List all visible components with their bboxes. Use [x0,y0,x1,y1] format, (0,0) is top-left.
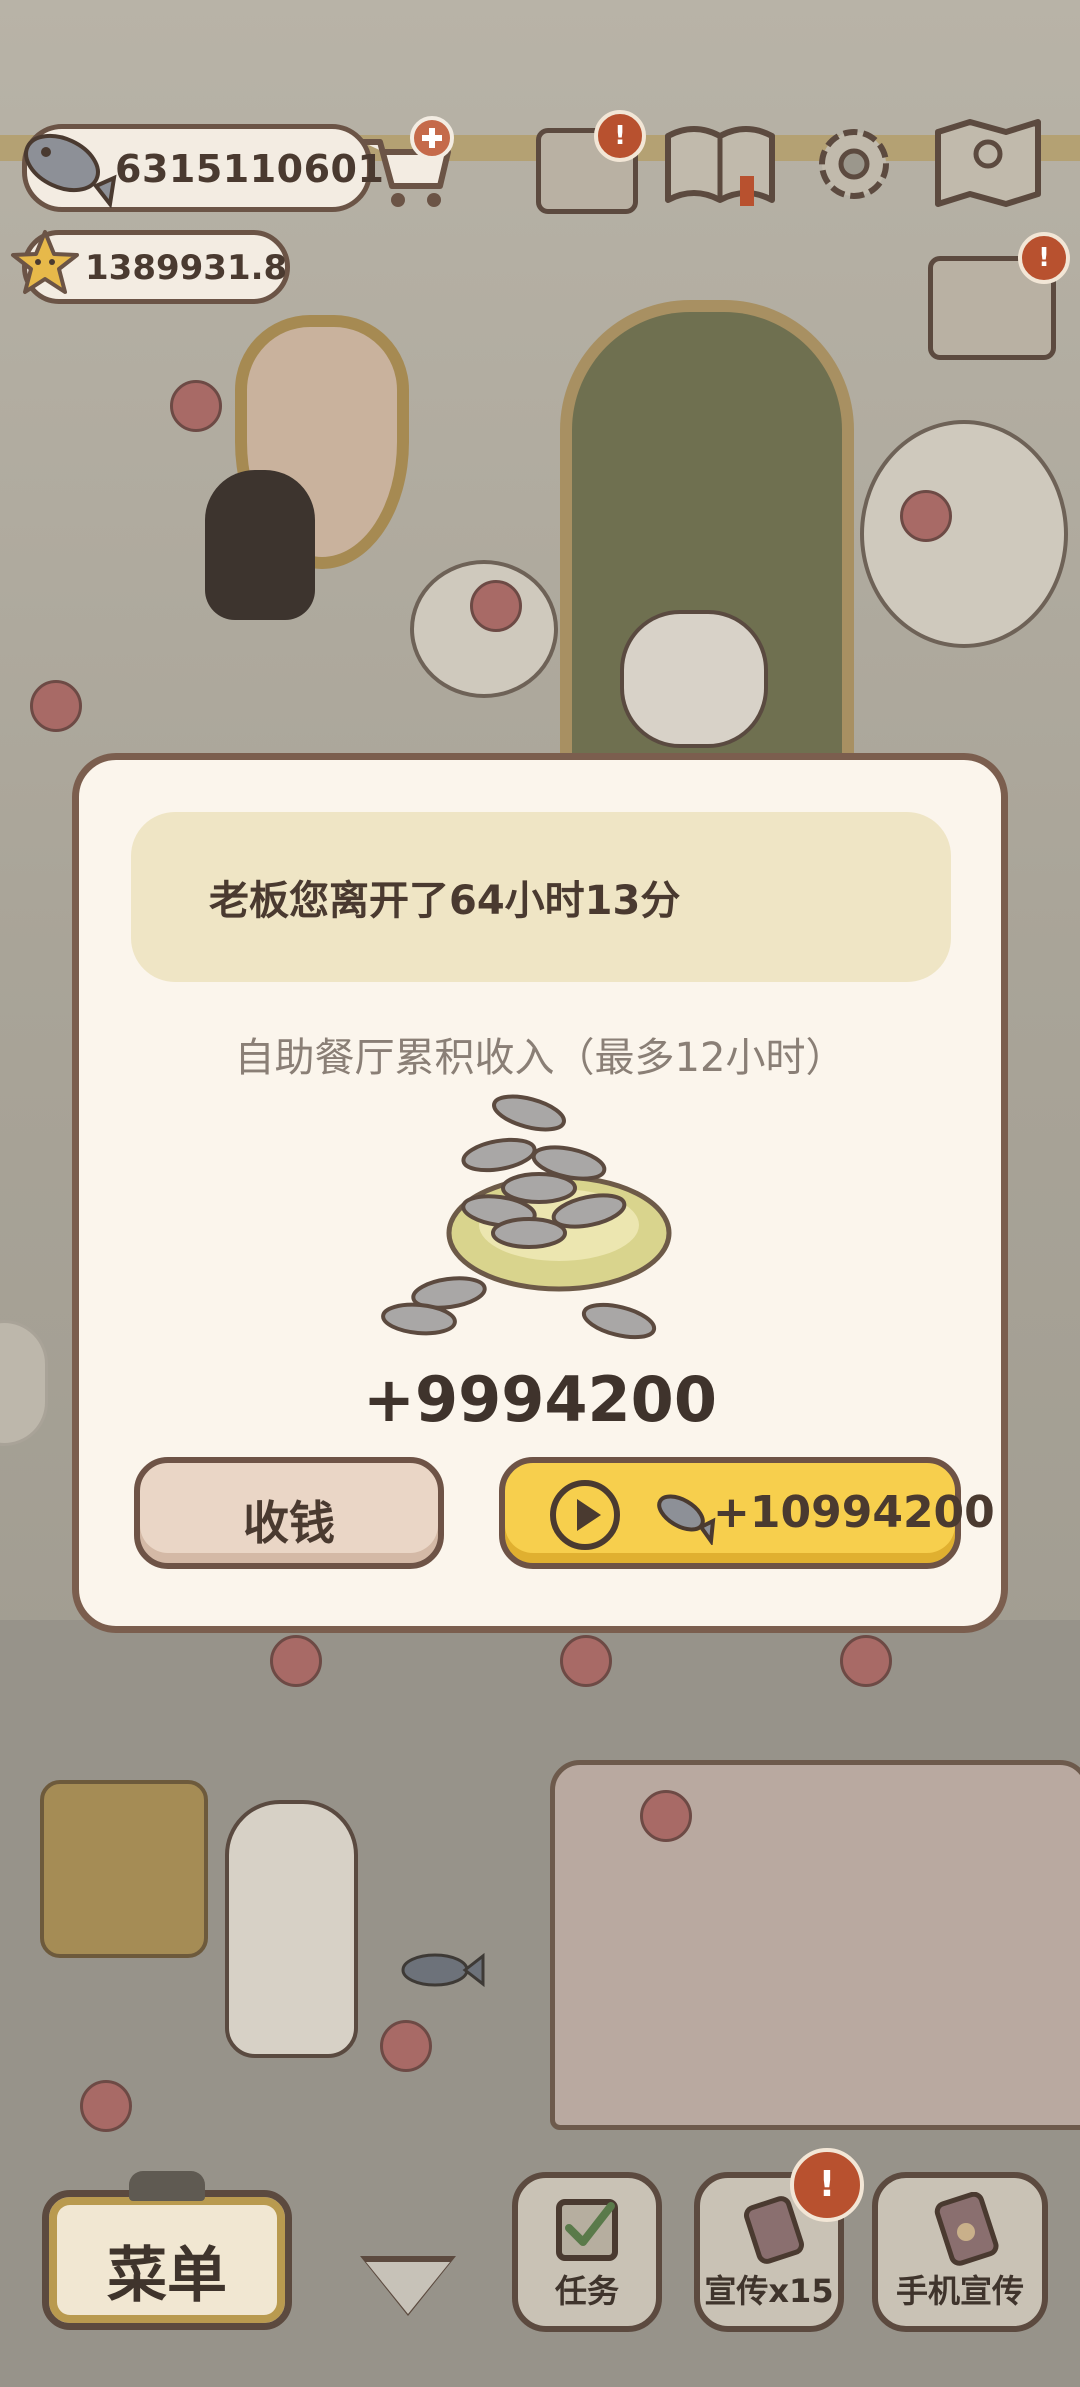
rose-decoration [170,380,222,432]
play-icon [550,1480,620,1550]
rose-decoration [640,1790,692,1842]
phone-promote-label: 手机宣传 [895,2272,1024,2310]
menu-button-label: 菜单 [107,2241,227,2311]
rose-decoration [470,580,522,632]
collect-button[interactable]: 收钱 [134,1457,444,1569]
offline-earnings-dialog: 老板您离开了64小时13分 自助餐厅累积收入（最多12小时） +9994200 … [72,753,1008,1633]
tasks-button[interactable]: 任务 [512,2172,662,2332]
rose-decoration [30,680,82,732]
flower-statue [860,420,1068,648]
butler-cat[interactable] [205,470,315,620]
sort-notification-badge: ! [1018,232,1070,284]
away-message: 老板您离开了64小时13分 [209,878,681,924]
phone-promote-button[interactable]: 手机宣传 [872,2172,1048,2332]
menu-button[interactable]: 菜单 [42,2171,292,2330]
fish-icon [657,1494,716,1545]
cow-customer[interactable] [620,610,768,748]
clipboard-clip [129,2171,205,2201]
phone-icon [934,2192,999,2266]
rose-decoration [80,2080,132,2132]
fish-icon [24,133,117,208]
rose-decoration [380,2020,432,2072]
promote-notification-badge: ! [790,2148,864,2222]
checklist-icon [556,2199,618,2261]
mail-notification-badge: ! [594,110,646,162]
star-count: 1389931.8 [85,248,288,288]
star-icon [11,230,79,294]
buffet-table[interactable] [550,1760,1080,2130]
rose-decoration [840,1635,892,1687]
map-icon[interactable] [932,114,1044,210]
earnings-amount: +9994200 [363,1363,717,1436]
fish-count: 6315110601 [115,147,385,191]
rose-decoration [900,490,952,542]
tasks-label: 任务 [554,2272,619,2310]
collect-button-label: 收钱 [243,1496,335,1550]
cart-plus-icon[interactable] [352,112,462,212]
book-icon[interactable] [660,116,780,212]
away-message-box: 老板您离开了64小时13分 [131,812,951,982]
video-bonus-amount: +10994200 [713,1487,995,1538]
collapse-arrow-icon[interactable] [366,2262,450,2314]
buffet-income-subtitle: 自助餐厅累积收入（最多12小时） [234,1035,846,1081]
rose-decoration [270,1635,322,1687]
promote-label: 宣传x15 [704,2272,834,2310]
watch-video-bonus-button[interactable]: +10994200 [499,1457,995,1569]
fish-plate-icon [381,1094,672,1340]
crown-decoration [40,1780,208,1958]
gear-icon[interactable] [808,118,900,210]
dog-customer[interactable] [225,1800,358,2058]
rose-decoration [560,1635,612,1687]
fish-pickup-icon[interactable] [395,1940,485,2000]
